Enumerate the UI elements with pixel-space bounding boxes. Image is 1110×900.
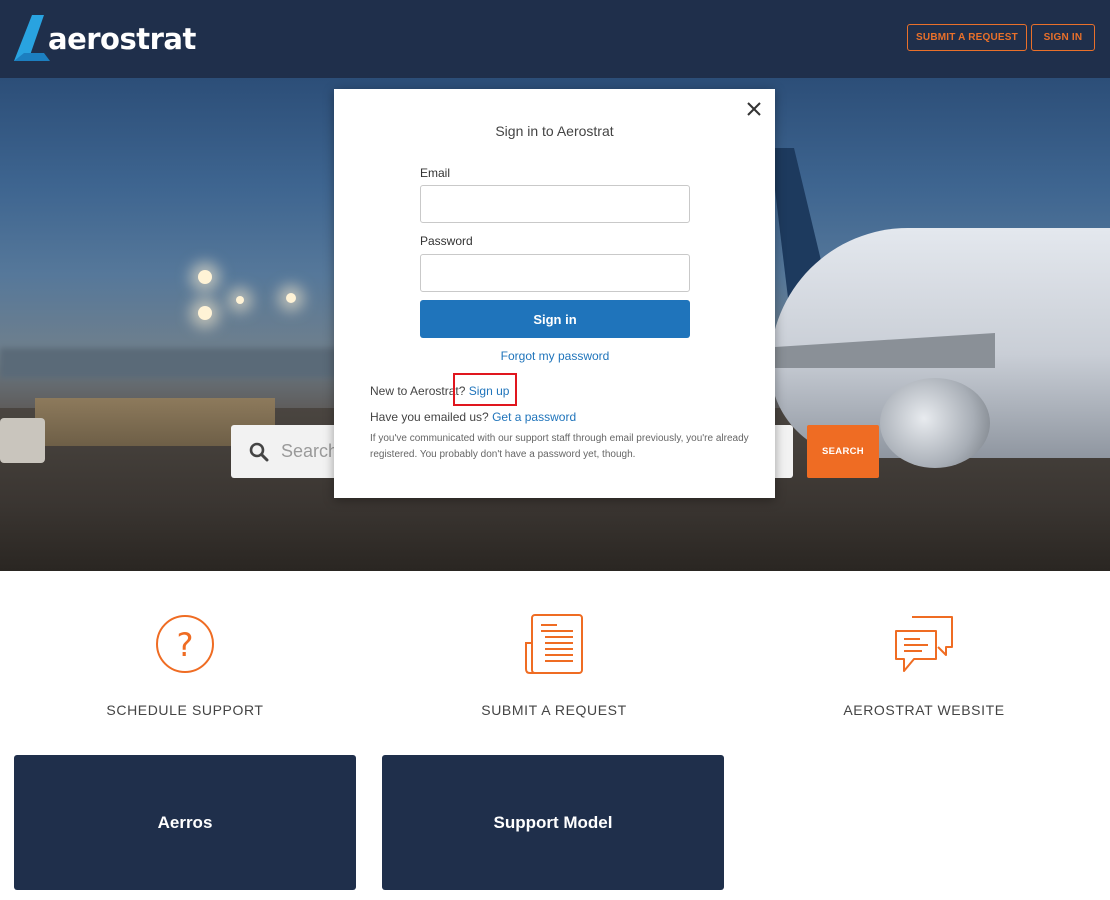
document-icon: [525, 614, 583, 674]
logo-mark-icon: [14, 15, 50, 61]
airplane-engine: [880, 378, 990, 468]
emailed-line: Have you emailed us? Get a password: [370, 410, 576, 424]
search-button[interactable]: SEARCH: [807, 425, 879, 478]
logo-text: aerostrat: [48, 22, 196, 56]
chat-bubbles-icon: [895, 616, 953, 672]
cargo-truck-cab: [0, 418, 45, 463]
sign-in-modal: Sign in to Aerostrat Email Password Sign…: [334, 89, 775, 498]
password-label: Password: [420, 234, 473, 248]
site-header: aerostrat SUBMIT A REQUEST SIGN IN: [0, 0, 1110, 78]
feature-label: AEROSTRAT WEBSITE: [843, 702, 1005, 718]
search-icon: [249, 442, 269, 461]
question-circle-icon: ?: [156, 615, 214, 673]
email-label: Email: [420, 166, 451, 180]
close-icon[interactable]: [744, 99, 764, 119]
modal-title: Sign in to Aerostrat: [495, 123, 614, 139]
card-support-model[interactable]: Support Model: [382, 755, 724, 890]
feature-schedule-support[interactable]: ? SCHEDULE SUPPORT: [35, 610, 335, 718]
sign-up-highlight-box: [453, 373, 517, 406]
submit-request-button[interactable]: SUBMIT A REQUEST: [907, 24, 1027, 51]
sign-in-button[interactable]: SIGN IN: [1031, 24, 1095, 51]
runway-light: [198, 306, 212, 320]
runway-light: [198, 270, 212, 284]
feature-label: SUBMIT A REQUEST: [481, 702, 627, 718]
emailed-text: Have you emailed us?: [370, 410, 489, 424]
card-aerros[interactable]: Aerros: [14, 755, 356, 890]
registration-note: If you've communicated with our support …: [370, 433, 749, 460]
feature-aerostrat-website[interactable]: AEROSTRAT WEBSITE: [774, 610, 1074, 718]
svg-text:?: ?: [177, 626, 194, 664]
email-field[interactable]: [420, 185, 690, 223]
runway-light: [286, 293, 296, 303]
modal-sign-in-button[interactable]: Sign in: [420, 300, 690, 338]
runway-light: [236, 296, 244, 304]
get-password-link[interactable]: Get a password: [492, 410, 576, 424]
forgot-password-link[interactable]: Forgot my password: [420, 349, 690, 363]
password-field[interactable]: [420, 254, 690, 292]
feature-label: SCHEDULE SUPPORT: [106, 702, 264, 718]
new-user-text: New to Aerostrat?: [370, 384, 466, 398]
feature-submit-request[interactable]: SUBMIT A REQUEST: [404, 610, 704, 718]
aerostrat-logo[interactable]: aerostrat: [14, 14, 196, 62]
